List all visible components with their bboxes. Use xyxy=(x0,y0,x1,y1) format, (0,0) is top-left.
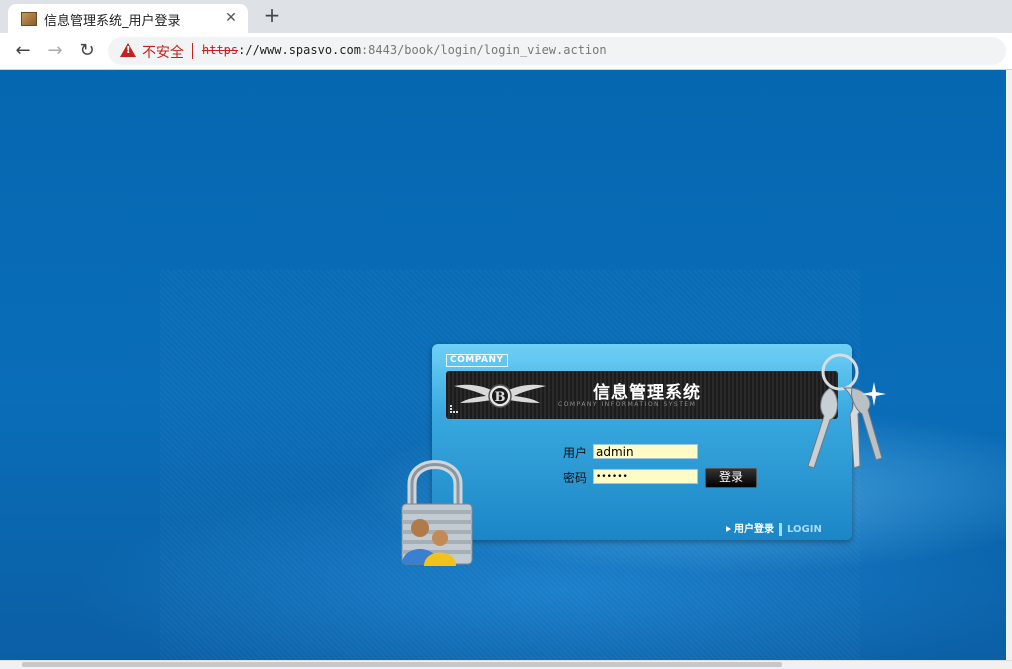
tab-strip: 信息管理系统_用户登录 ✕ + xyxy=(0,0,1012,33)
lock-users-icon xyxy=(401,460,473,566)
footer-user-login[interactable]: 用户登录 xyxy=(734,524,774,535)
new-tab-button[interactable]: + xyxy=(262,5,282,26)
reload-button[interactable]: ↻ xyxy=(76,40,98,62)
vertical-scrollbar[interactable] xyxy=(1006,70,1012,660)
forward-button[interactable]: → xyxy=(44,40,66,62)
company-badge: COMPANY xyxy=(446,354,508,367)
arrow-icon xyxy=(726,526,731,532)
footer-login[interactable]: LOGIN xyxy=(787,524,822,535)
browser-toolbar: ← → ↻ ! 不安全 https://www.spasvo.com:8443/… xyxy=(0,33,1012,70)
horizontal-scroll-thumb[interactable] xyxy=(22,662,782,667)
dot-decoration xyxy=(450,405,458,413)
divider xyxy=(192,43,193,59)
warning-icon[interactable]: ! xyxy=(120,43,136,57)
url-scheme: https xyxy=(202,43,239,57)
title-banner: B 信息管理系统 COMPANY INFORMATION SYSTEM xyxy=(446,371,838,419)
address-bar[interactable]: ! 不安全 https://www.spasvo.com:8443/book/l… xyxy=(108,37,1006,65)
tab-title: 信息管理系统_用户登录 xyxy=(44,14,181,29)
url-path: :8443/book/login/login_view.action xyxy=(360,43,607,57)
active-tab[interactable]: 信息管理系统_用户登录 ✕ xyxy=(8,4,248,33)
panel-footer: 用户登录 LOGIN xyxy=(726,520,822,536)
svg-text:B: B xyxy=(495,390,506,405)
system-subtitle: COMPANY INFORMATION SYSTEM xyxy=(558,401,697,408)
security-status[interactable]: 不安全 xyxy=(142,42,184,62)
winged-logo-icon: B xyxy=(454,384,546,408)
keys-icon xyxy=(807,353,886,469)
login-panel: COMPANY B 信息管理系统 COMPANY INFORMATION SYS… xyxy=(432,344,852,540)
password-label: 密码 xyxy=(563,471,588,485)
tab-close-icon[interactable]: ✕ xyxy=(222,9,240,27)
system-title: 信息管理系统 xyxy=(593,383,701,403)
favicon-icon xyxy=(21,12,37,26)
url-host: ://www.spasvo.com xyxy=(238,43,361,57)
username-input[interactable] xyxy=(593,444,698,459)
footer-divider xyxy=(779,522,782,536)
login-button[interactable]: 登录 xyxy=(705,468,757,488)
password-input[interactable] xyxy=(593,469,698,484)
back-button[interactable]: ← xyxy=(12,40,34,62)
url-text[interactable]: https://www.spasvo.com:8443/book/login/l… xyxy=(202,43,607,57)
user-label: 用户 xyxy=(563,446,588,460)
